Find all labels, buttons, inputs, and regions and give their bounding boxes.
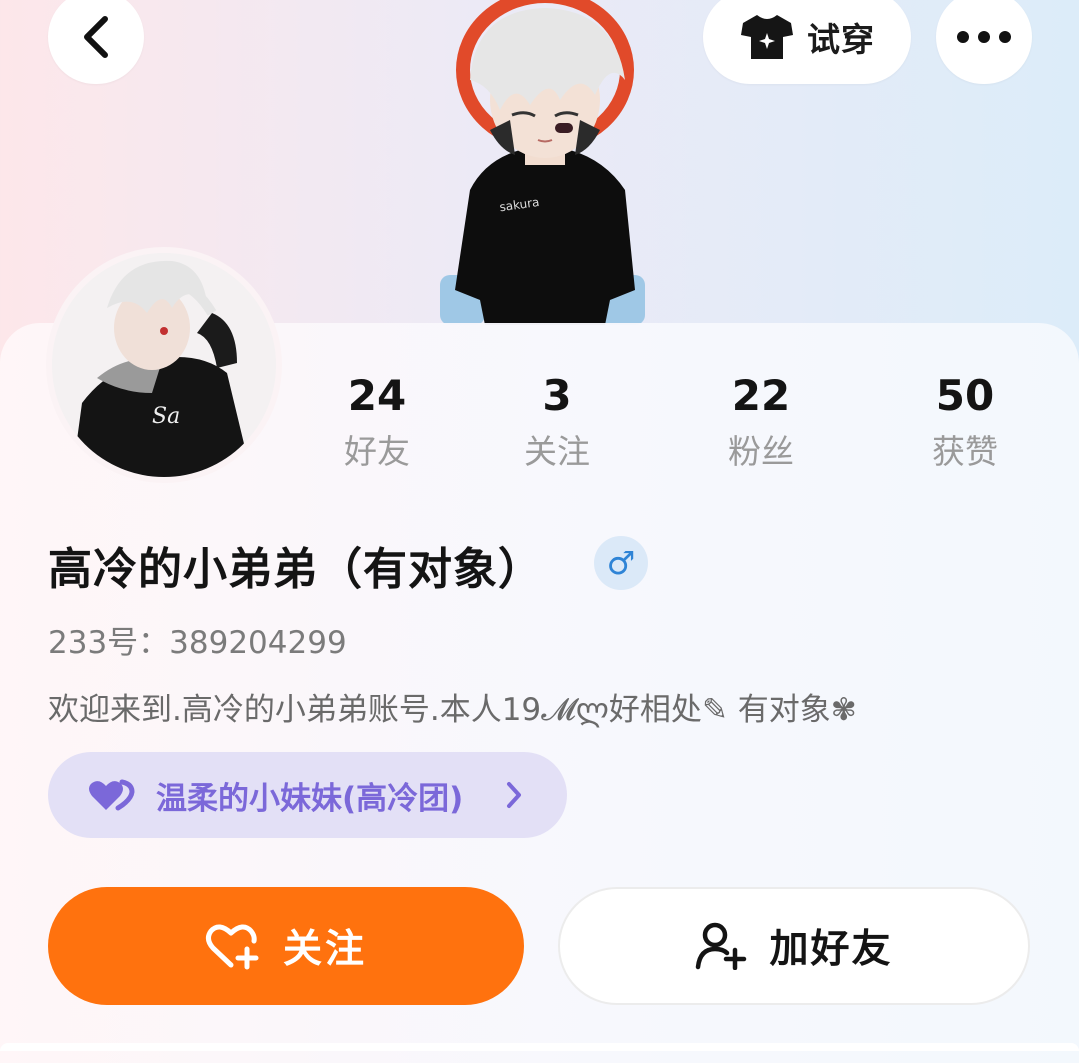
stat-value: 3 xyxy=(542,371,572,420)
character-avatar-image: sakura xyxy=(440,0,645,325)
stat-label: 粉丝 xyxy=(728,432,794,471)
profile-bio: 欢迎来到.高冷的小弟弟账号.本人19𝓜ლ好相处✎ 有对象✾ xyxy=(48,692,857,728)
try-on-label: 试穿 xyxy=(807,20,875,59)
stat-following[interactable]: 3 关注 xyxy=(477,368,637,478)
group-chip[interactable]: 温柔的小妹妹(高冷团) xyxy=(48,752,567,838)
stat-label: 关注 xyxy=(524,432,590,471)
stats-row: 24 好友 3 关注 22 粉丝 50 获赞 xyxy=(0,368,1079,488)
stat-value: 22 xyxy=(731,371,791,420)
group-label: 温柔的小妹妹(高冷团) xyxy=(156,780,464,817)
profile-name: 高冷的小弟弟（有对象） xyxy=(48,544,543,595)
more-dots-icon xyxy=(957,31,1011,43)
male-gender-icon: ♂ xyxy=(606,544,636,582)
stat-followers[interactable]: 22 粉丝 xyxy=(681,368,841,478)
heart-plus-icon xyxy=(205,924,259,970)
back-chevron-icon xyxy=(84,16,108,58)
stat-friends[interactable]: 24 好友 xyxy=(297,368,457,478)
back-button[interactable] xyxy=(48,0,144,84)
stat-label: 获赞 xyxy=(932,432,998,471)
user-id[interactable]: 233号：389204299 xyxy=(48,617,347,662)
add-user-icon xyxy=(696,922,747,970)
follow-button[interactable]: 关注 xyxy=(48,887,524,1005)
gender-badge: ♂ xyxy=(594,536,648,590)
stat-label: 好友 xyxy=(344,432,410,471)
more-options-button[interactable] xyxy=(936,0,1032,84)
double-heart-icon xyxy=(89,779,135,811)
next-section-edge xyxy=(0,1043,1079,1051)
stat-likes[interactable]: 50 获赞 xyxy=(885,368,1045,478)
try-on-button[interactable]: 试穿 xyxy=(703,0,911,84)
add-friend-label: 加好友 xyxy=(769,927,893,972)
stat-value: 24 xyxy=(347,371,407,420)
add-friend-button[interactable]: 加好友 xyxy=(558,887,1030,1005)
stat-value: 50 xyxy=(935,371,995,420)
chevron-right-icon xyxy=(507,782,521,808)
tshirt-icon xyxy=(741,15,793,59)
follow-label: 关注 xyxy=(282,927,367,972)
